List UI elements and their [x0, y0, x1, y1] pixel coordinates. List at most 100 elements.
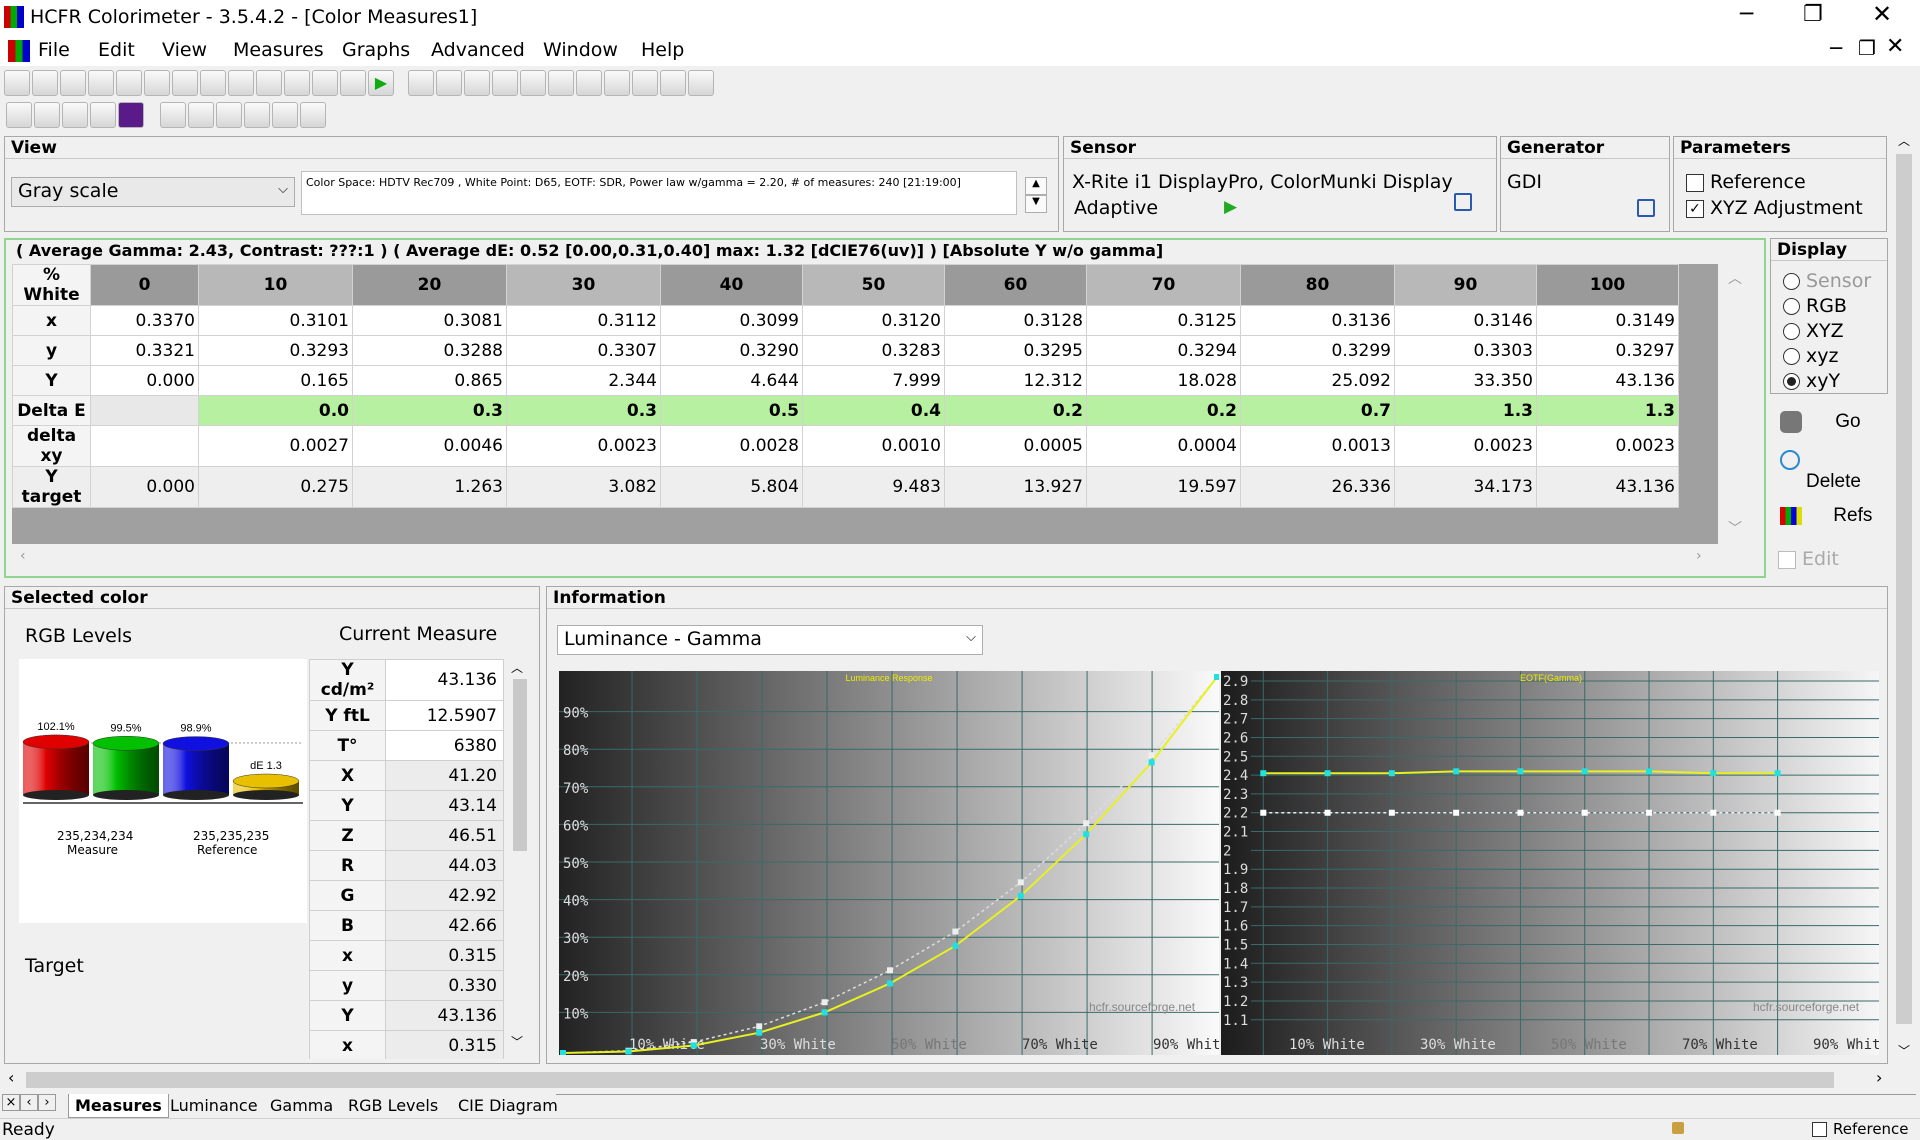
table-cell[interactable]: 0.5 [660, 395, 803, 426]
table-cell[interactable] [90, 425, 199, 467]
camera-icon[interactable] [340, 70, 366, 96]
column-header[interactable]: 40 [660, 264, 803, 306]
graph7-icon[interactable] [576, 70, 602, 96]
menu-edit[interactable]: Edit [98, 39, 135, 61]
tab-prev-icon[interactable]: ‹ [20, 1094, 38, 1111]
table-cell[interactable]: 0.3 [352, 395, 507, 426]
status-reference-checkbox[interactable]: Reference [1812, 1120, 1909, 1138]
menu-graphs[interactable]: Graphs [342, 39, 410, 61]
table-cell[interactable]: 25.092 [1240, 365, 1395, 396]
help-icon[interactable] [200, 70, 226, 96]
tab-gamma[interactable]: Gamma [264, 1094, 339, 1118]
open-icon[interactable] [32, 70, 58, 96]
hscroll-left-icon[interactable]: ‹ [20, 548, 26, 564]
reference-checkbox[interactable]: Reference [1686, 171, 1806, 193]
main-vscroll-down-icon[interactable]: ﹀ [1898, 1042, 1910, 1059]
column-header[interactable]: 70 [1086, 264, 1241, 306]
table-cell[interactable]: 0.3297 [1536, 335, 1679, 366]
sat-blue-icon[interactable] [216, 102, 242, 128]
mdi-minimize-icon[interactable]: ─ [1830, 36, 1842, 60]
table-cell[interactable]: 0.3128 [944, 305, 1087, 336]
table-cell[interactable]: 0.3 [506, 395, 661, 426]
table-cell[interactable]: 3.082 [506, 466, 661, 508]
calibrate-icon[interactable] [228, 70, 254, 96]
column-header[interactable]: 100 [1536, 264, 1679, 306]
column-header[interactable]: 90 [1394, 264, 1537, 306]
sat-yellow-icon[interactable] [244, 102, 270, 128]
table-cell[interactable]: 0.0028 [660, 425, 803, 467]
table-cell[interactable]: 0.3081 [352, 305, 507, 336]
table-cell[interactable]: 0.3290 [660, 335, 803, 366]
table-cell[interactable]: 1.3 [1394, 395, 1537, 426]
cut-icon[interactable] [88, 70, 114, 96]
edit-check-box[interactable] [1778, 550, 1796, 569]
main-hscroll-thumb[interactable] [26, 1072, 1834, 1088]
table-cell[interactable]: 0.3299 [1240, 335, 1395, 366]
table-cell[interactable]: 0.165 [198, 365, 353, 396]
radio-icon[interactable] [1783, 373, 1800, 390]
play-icon[interactable]: ▶ [368, 70, 394, 96]
column-header[interactable]: 80 [1240, 264, 1395, 306]
table-cell[interactable]: 0.7 [1240, 395, 1395, 426]
menu-window[interactable]: Window [543, 39, 618, 61]
radio-icon[interactable] [1783, 298, 1800, 315]
vscroll-up-icon[interactable]: ︿ [1728, 268, 1742, 288]
menu-help[interactable]: Help [641, 39, 684, 61]
delete-button[interactable]: Delete [1772, 449, 1886, 492]
tab-first-icon[interactable]: × [2, 1094, 20, 1111]
measure-green-icon[interactable] [90, 102, 116, 128]
table-cell[interactable]: 4.644 [660, 365, 803, 396]
radio-icon[interactable] [1783, 323, 1800, 340]
xyz-adjust-check-box[interactable]: ✓ [1686, 199, 1704, 218]
table-cell[interactable]: 0.0023 [1536, 425, 1679, 467]
table-cell[interactable]: 0.0027 [198, 425, 353, 467]
go-button[interactable]: Go [1772, 402, 1886, 442]
table-cell[interactable]: 0.3146 [1394, 305, 1537, 336]
table-cell[interactable]: 19.597 [1086, 466, 1241, 508]
table-cell[interactable]: 5.804 [660, 466, 803, 508]
radio-icon[interactable] [1783, 273, 1800, 290]
table-cell[interactable]: 1.3 [1536, 395, 1679, 426]
save-icon[interactable] [60, 70, 86, 96]
main-hscroll-left-icon[interactable]: ‹ [8, 1068, 14, 1087]
table-cell[interactable]: 0.3294 [1086, 335, 1241, 366]
menu-advanced[interactable]: Advanced [431, 39, 525, 61]
graph6-icon[interactable] [548, 70, 574, 96]
sat-cyan-icon[interactable] [272, 102, 298, 128]
new-icon[interactable] [4, 70, 30, 96]
sat-magenta-icon[interactable] [300, 102, 326, 128]
saturation-icon[interactable] [312, 70, 338, 96]
spin-up-icon[interactable]: ▲ [1025, 177, 1047, 195]
column-header[interactable]: 10 [198, 264, 353, 306]
copy-icon[interactable] [116, 70, 142, 96]
graph8-icon[interactable] [604, 70, 630, 96]
table-cell[interactable]: 0.3120 [802, 305, 945, 336]
mdi-restore-icon[interactable]: ❐ [1858, 36, 1876, 60]
table-cell[interactable]: 33.350 [1394, 365, 1537, 396]
graph4-icon[interactable] [492, 70, 518, 96]
reference-check-box[interactable] [1686, 173, 1704, 192]
restore-icon[interactable]: ❐ [1803, 2, 1823, 27]
measure-gray-icon[interactable] [6, 102, 32, 128]
sat-green-icon[interactable] [188, 102, 214, 128]
measure-near-black-icon[interactable] [34, 102, 60, 128]
column-header[interactable]: 60 [944, 264, 1087, 306]
table-cell[interactable]: 0.3303 [1394, 335, 1537, 366]
graph3-icon[interactable] [464, 70, 490, 96]
sat-red-icon[interactable] [160, 102, 186, 128]
xyz-adjust-checkbox[interactable]: ✓ XYZ Adjustment [1686, 197, 1863, 219]
column-header[interactable]: 0 [90, 264, 199, 306]
table-cell[interactable]: 0.0023 [1394, 425, 1537, 467]
tab-cie-diagram[interactable]: CIE Diagram [452, 1094, 564, 1118]
table-cell[interactable]: 34.173 [1394, 466, 1537, 508]
table-cell[interactable]: 2.344 [506, 365, 661, 396]
main-vscroll-thumb[interactable] [1896, 154, 1912, 1024]
table-cell[interactable]: 0.4 [802, 395, 945, 426]
mdi-close-icon[interactable]: ✕ [1886, 34, 1904, 59]
table-cell[interactable] [90, 395, 199, 426]
table-cell[interactable]: 0.0023 [506, 425, 661, 467]
paste-icon[interactable] [144, 70, 170, 96]
vscroll-down-icon[interactable]: ﹀ [1728, 518, 1742, 538]
table-cell[interactable]: 0.0004 [1086, 425, 1241, 467]
table-cell[interactable]: 9.483 [802, 466, 945, 508]
